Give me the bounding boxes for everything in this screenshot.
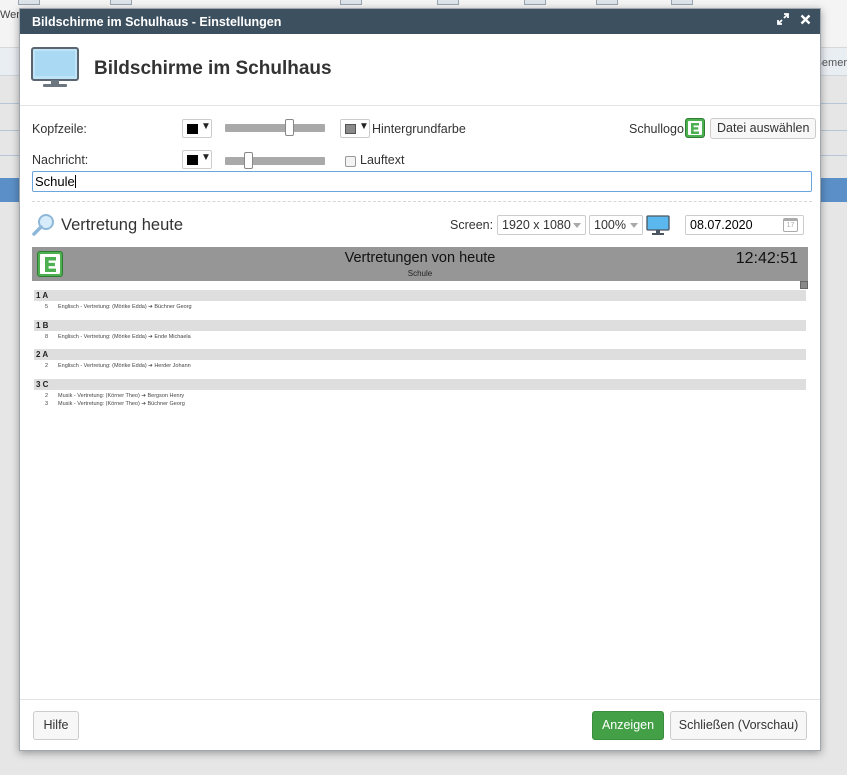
dropdown-arrow-icon: ▼ [201,152,211,163]
message-input[interactable]: Schule [32,171,812,192]
dialog-header: Bildschirme im Schulhaus [20,34,820,106]
substitution-text: Englisch - Vertretung: (Mörike Edda) ➔ E… [58,334,191,340]
kopfzeile-color-swatch [187,124,198,134]
substitution-text: Englisch - Vertretung: (Mörike Edda) ➔ H… [58,363,191,369]
toolbar-icon [596,0,618,5]
class-header: 1 B [34,320,806,331]
resolution-select[interactable]: 1920 x 1080 [497,215,586,235]
close-preview-button[interactable]: Schließen (Vorschau) [670,711,807,740]
resolution-value: 1920 x 1080 [502,218,571,232]
monitor-preview-icon[interactable] [646,215,670,239]
schullogo-label: Schullogo: [629,122,688,136]
calendar-icon[interactable]: 17 [783,218,798,232]
lesson-number: 2 [45,363,49,369]
chevron-down-icon [630,223,638,228]
substitution-entry: 3 Musik - Vertretung: (Körner Theo) ➔ Bü… [34,400,634,409]
hintergrund-color-picker[interactable]: ▼ [340,119,370,138]
hintergrundfarbe-label: Hintergrundfarbe [372,122,466,136]
nachricht-color-swatch [187,155,198,165]
message-input-value: Schule [35,174,75,189]
help-button[interactable]: Hilfe [33,711,79,740]
dropdown-arrow-icon: ▼ [201,121,211,132]
slider-handle[interactable] [244,152,253,169]
display-preview: Vertretungen von heute Schule 12:42:51 1… [32,247,808,415]
show-button[interactable]: Anzeigen [592,711,664,740]
toolbar-icon [524,0,546,5]
expand-icon[interactable] [776,13,790,29]
close-icon[interactable] [798,13,812,29]
lauftext-checkbox[interactable] [345,156,356,167]
background-toolbar-label: Wer [0,9,20,21]
kopfzeile-color-picker[interactable]: ▼ [182,119,212,138]
preview-subtitle: Schule [407,269,433,278]
preview-clock: 12:42:51 [735,250,798,267]
settings-dialog: Bildschirme im Schulhaus - Einstellungen… [19,8,821,751]
section-divider [32,201,812,202]
nachricht-label: Nachricht: [32,153,89,167]
preview-section-title: Vertretung heute [61,216,184,234]
class-header: 1 A [34,290,806,301]
slider-handle[interactable] [285,119,294,136]
hintergrund-color-swatch [345,124,356,134]
chevron-down-icon [573,223,581,228]
resize-handle-icon[interactable] [800,281,808,289]
class-header: 3 C [34,379,806,390]
dialog-footer: Hilfe Anzeigen Schließen (Vorschau) [20,699,820,751]
substitution-entry: 8 Englisch - Vertretung: (Mörike Edda) ➔… [34,333,634,342]
school-logo-icon [685,118,705,138]
preview-title: Vertretungen von heute [344,250,496,266]
magnifier-icon [32,213,56,240]
date-input[interactable]: 08.07.2020 17 [685,215,804,235]
lesson-number: 3 [45,401,49,407]
monitor-icon [31,47,79,92]
nachricht-opacity-slider[interactable] [225,152,325,169]
substitution-text: Englisch - Vertretung: (Mörike Edda) ➔ B… [58,304,192,310]
dialog-window-title: Bildschirme im Schulhaus - Einstellungen [32,14,282,29]
kopfzeile-opacity-slider[interactable] [225,119,325,136]
toolbar-icon [671,0,693,5]
lesson-number: 5 [45,304,49,310]
choose-file-button[interactable]: Datei auswählen [710,118,817,139]
dialog-heading: Bildschirme im Schulhaus [94,58,332,79]
class-header: 2 A [34,349,806,360]
kopfzeile-label: Kopfzeile: [32,122,87,136]
toolbar-icon [18,0,40,5]
substitution-entry: 5 Englisch - Vertretung: (Mörike Edda) ➔… [34,303,634,312]
toolbar-icon [340,0,362,5]
zoom-select[interactable]: 100% [589,215,643,235]
substitution-text: Musik - Vertretung: (Körner Theo) ➔ Büch… [58,401,185,407]
preview-header: Vertretungen von heute Schule 12:42:51 [32,247,808,281]
substitution-entry: 2 Englisch - Vertretung: (Mörike Edda) ➔… [34,362,634,371]
lesson-number: 8 [45,334,49,340]
date-value: 08.07.2020 [690,218,753,232]
lauftext-label: Lauftext [360,153,405,167]
zoom-value: 100% [594,218,626,232]
nachricht-color-picker[interactable]: ▼ [182,150,212,169]
toolbar-icon [437,0,459,5]
text-cursor [74,175,76,188]
screen-label: Screen: [450,218,494,232]
toolbar-icon [110,0,132,5]
dropdown-arrow-icon: ▼ [359,121,369,132]
dialog-titlebar[interactable]: Bildschirme im Schulhaus - Einstellungen [20,9,820,34]
